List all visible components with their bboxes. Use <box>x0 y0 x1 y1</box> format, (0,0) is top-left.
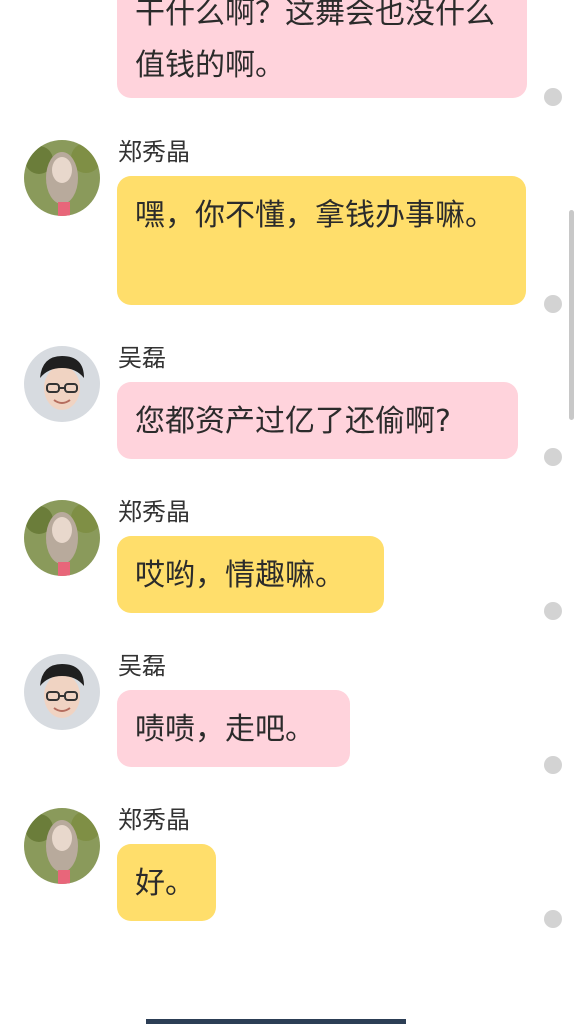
message-bubble[interactable]: 哎哟，情趣嘛。 <box>117 536 384 613</box>
message-bubble[interactable]: 干什么啊？这舞会也没什么值钱的啊。 <box>117 0 527 98</box>
status-dot <box>544 756 562 774</box>
message-bubble[interactable]: 您都资产过亿了还偷啊? <box>117 382 518 459</box>
avatar[interactable] <box>24 654 100 730</box>
sender-name: 郑秀晶 <box>118 498 190 526</box>
status-dot <box>544 602 562 620</box>
message-text: 哎哟，情趣嘛。 <box>135 558 345 593</box>
girl-avatar-icon <box>24 500 100 576</box>
message-text: 您都资产过亿了还偷啊? <box>135 404 451 439</box>
sender-name: 吴磊 <box>118 344 166 372</box>
message-bubble[interactable]: 嘿，你不懂，拿钱办事嘛。 <box>117 176 526 305</box>
avatar[interactable] <box>24 140 100 216</box>
status-dot <box>544 88 562 106</box>
sender-name: 吴磊 <box>118 652 166 680</box>
girl-avatar-icon <box>24 140 100 216</box>
avatar[interactable] <box>24 346 100 422</box>
message-bubble[interactable]: 好。 <box>117 844 216 921</box>
message-text: 嘿，你不懂，拿钱办事嘛。 <box>135 198 495 233</box>
status-dot <box>544 910 562 928</box>
girl-avatar-icon <box>24 808 100 884</box>
boy-avatar-icon <box>24 346 100 422</box>
avatar[interactable] <box>24 808 100 884</box>
message-text: 啧啧，走吧。 <box>135 712 315 747</box>
avatar[interactable] <box>24 500 100 576</box>
status-dot <box>544 295 562 313</box>
status-dot <box>544 448 562 466</box>
message-bubble[interactable]: 啧啧，走吧。 <box>117 690 350 767</box>
boy-avatar-icon <box>24 654 100 730</box>
chat-thread: 干什么啊？这舞会也没什么值钱的啊。 郑秀晶 嘿，你不懂，拿钱办事嘛。 吴磊 您都… <box>0 0 576 1024</box>
image-preview-strip[interactable] <box>146 1019 406 1024</box>
scrollbar[interactable] <box>569 210 574 420</box>
sender-name: 郑秀晶 <box>118 138 190 166</box>
message-text: 干什么啊？这舞会也没什么值钱的啊。 <box>135 0 495 83</box>
sender-name: 郑秀晶 <box>118 806 190 834</box>
message-text: 好。 <box>135 866 195 901</box>
